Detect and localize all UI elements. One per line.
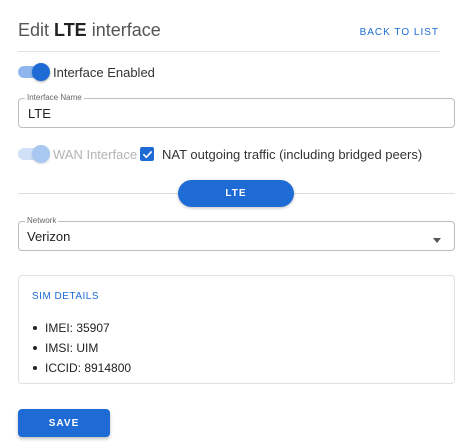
nat-checkbox[interactable] bbox=[140, 147, 154, 161]
wan-interface-toggle bbox=[18, 145, 50, 163]
toggle-thumb bbox=[32, 63, 50, 81]
network-selected-value: Verizon bbox=[27, 229, 71, 244]
list-item: IMEI: 35907 bbox=[33, 318, 131, 338]
interface-name-input[interactable]: LTE bbox=[28, 106, 51, 121]
lte-section-pill[interactable]: LTE bbox=[178, 180, 294, 207]
interface-enabled-label: Interface Enabled bbox=[53, 65, 155, 80]
page-title: Edit LTE interface bbox=[18, 20, 161, 41]
title-interface-name: LTE bbox=[54, 20, 87, 40]
checkmark-icon bbox=[142, 150, 152, 158]
title-prefix: Edit bbox=[18, 20, 55, 40]
save-button[interactable]: SAVE bbox=[18, 409, 110, 437]
list-item: ICCID: 8914800 bbox=[33, 358, 131, 378]
interface-name-legend: Interface Name bbox=[25, 93, 84, 103]
toggle-thumb bbox=[32, 145, 50, 163]
chevron-down-icon[interactable] bbox=[433, 238, 441, 243]
back-to-list-link[interactable]: BACK TO LIST bbox=[360, 27, 439, 38]
network-legend: Network bbox=[25, 216, 59, 226]
sim-details-card: SIM DETAILS IMEI: 35907 IMSI: UIM ICCID:… bbox=[18, 275, 455, 384]
title-suffix: interface bbox=[86, 20, 161, 40]
page-header: Edit LTE interface BACK TO LIST bbox=[18, 18, 440, 52]
wan-interface-label: WAN Interface bbox=[53, 147, 138, 162]
network-select[interactable]: Network Verizon bbox=[18, 216, 455, 251]
sim-details-list: IMEI: 35907 IMSI: UIM ICCID: 8914800 bbox=[33, 318, 131, 378]
list-item: IMSI: UIM bbox=[33, 338, 131, 358]
sim-details-title: SIM DETAILS bbox=[32, 291, 99, 302]
interface-name-field[interactable]: Interface Name LTE bbox=[18, 93, 455, 128]
interface-enabled-toggle[interactable] bbox=[18, 63, 50, 81]
nat-label: NAT outgoing traffic (including bridged … bbox=[162, 147, 423, 162]
